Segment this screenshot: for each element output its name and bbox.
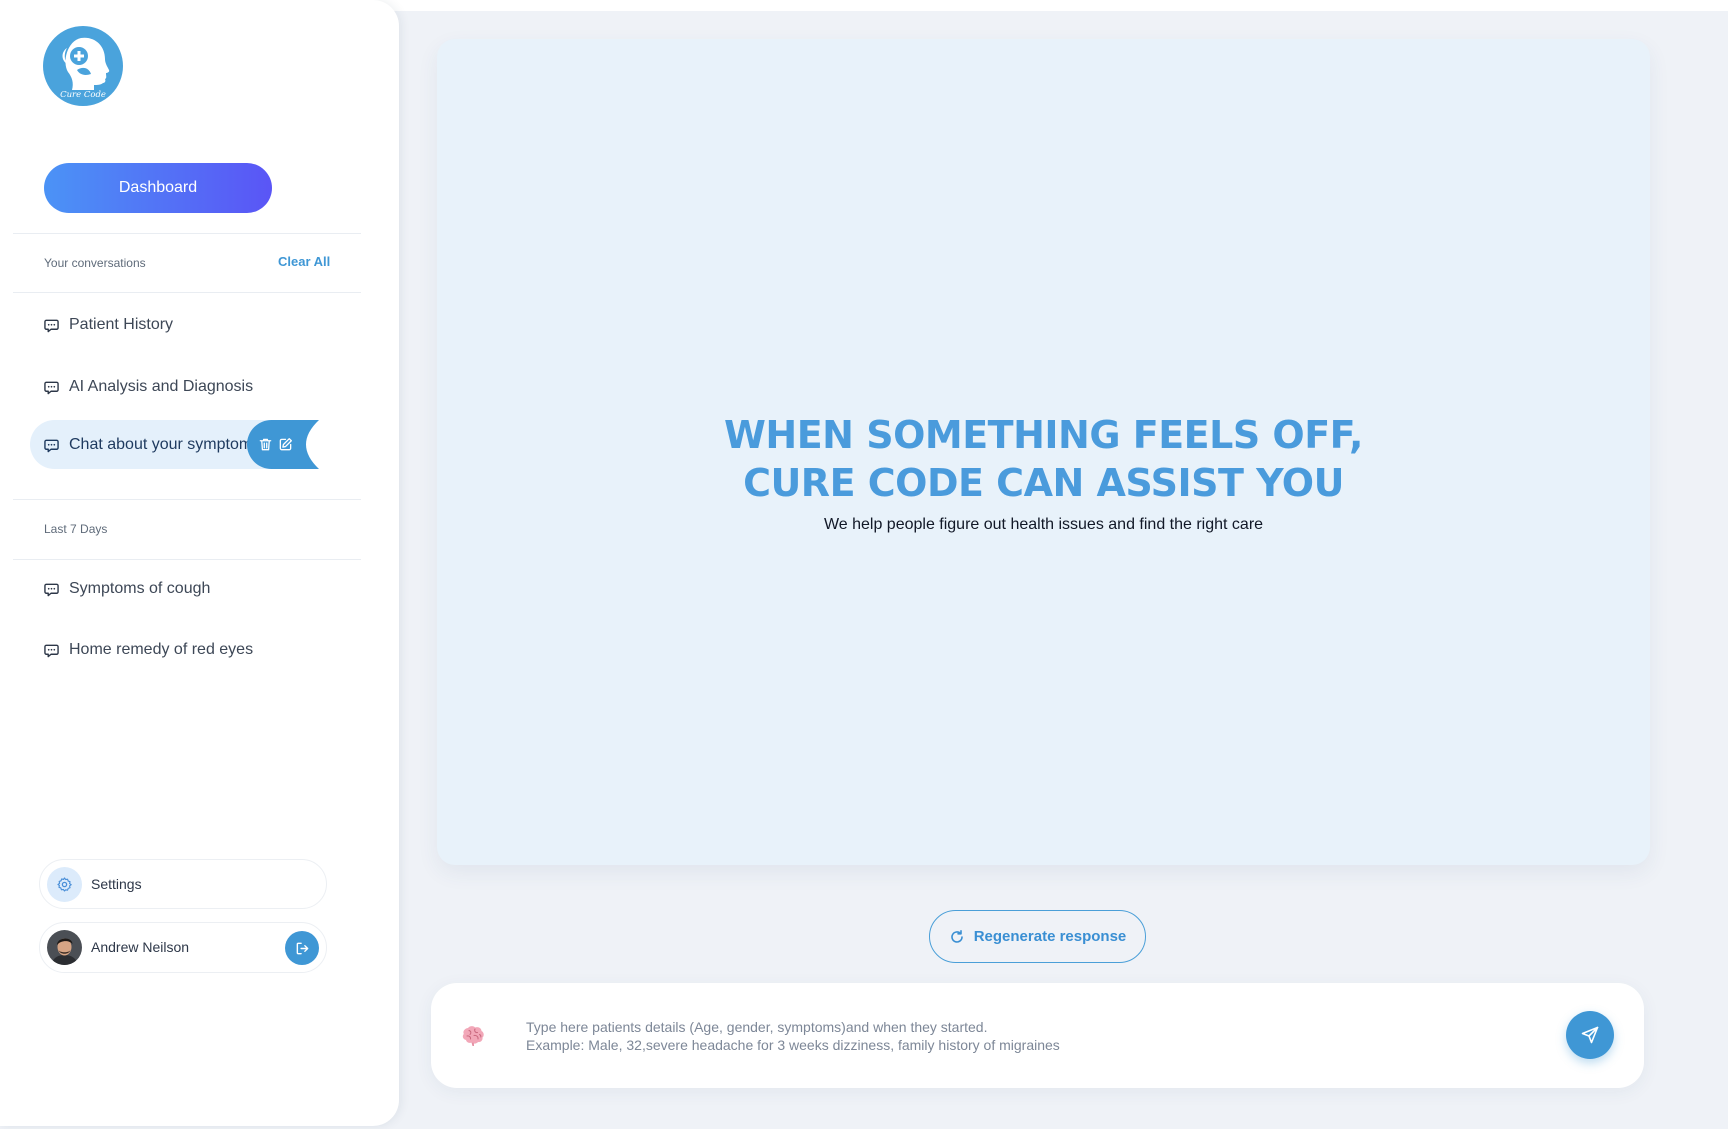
edit-icon[interactable] (278, 437, 293, 452)
regenerate-response-button[interactable]: Regenerate response (929, 910, 1146, 963)
logout-icon (296, 942, 308, 954)
hero-card: When something feels off, Cure Code can … (437, 39, 1650, 865)
hero-title: When something feels off, Cure Code can … (437, 411, 1650, 507)
cure-code-logo[interactable]: Cure Code (43, 26, 123, 106)
hero-subtitle: We help people figure out health issues … (823, 516, 1264, 533)
send-button[interactable] (1566, 1011, 1614, 1059)
hero-title-line: When something feels off, (724, 413, 1363, 457)
brain-icon (462, 1026, 484, 1046)
chat-input-bar (431, 983, 1644, 1088)
chat-bubble-icon (44, 381, 59, 394)
chat-bubble-icon (44, 439, 59, 452)
avatar[interactable] (47, 930, 82, 965)
gear-icon (47, 867, 82, 902)
logout-button[interactable] (285, 931, 319, 965)
divider (13, 233, 361, 234)
chat-bubble-icon (44, 583, 59, 596)
conversation-actions (247, 420, 319, 469)
recent-heading: Last 7 Days (44, 522, 108, 536)
conversation-label: Chat about your symptoms (69, 436, 261, 453)
clear-all-button[interactable]: Clear All (278, 254, 330, 270)
settings-button[interactable]: Settings (39, 859, 327, 909)
dashboard-button[interactable]: Dashboard (44, 163, 272, 213)
conversation-label: AI Analysis and Diagnosis (69, 378, 254, 395)
chat-bubble-icon (44, 644, 59, 657)
sidebar: Cure Code Dashboard Your conversations C… (0, 0, 399, 1126)
logo-text: Cure Code (60, 90, 106, 100)
conversations-heading: Your conversations (44, 256, 146, 270)
regenerate-label: Regenerate response (973, 928, 1127, 945)
conversation-item[interactable]: Symptoms of cough (44, 577, 210, 601)
conversation-label: Home remedy of red eyes (69, 641, 254, 658)
send-icon (1581, 1026, 1599, 1044)
conversation-label: Patient History (69, 316, 174, 333)
divider (13, 499, 361, 500)
patient-details-input[interactable] (526, 1018, 1536, 1058)
user-profile: Andrew Neilson (39, 922, 327, 973)
trash-icon[interactable] (258, 437, 273, 452)
conversation-item[interactable]: AI Analysis and Diagnosis (44, 375, 253, 399)
chat-bubble-icon (44, 319, 59, 332)
divider (13, 559, 361, 560)
hero-title-line: Cure Code can assist you (743, 461, 1344, 505)
conversation-label: Symptoms of cough (69, 580, 211, 597)
conversation-item[interactable]: Chat about your symptoms (44, 433, 260, 457)
conversation-item[interactable]: Patient History (44, 313, 173, 337)
user-name: Andrew Neilson (91, 939, 190, 955)
divider (13, 292, 361, 293)
conversation-item[interactable]: Home remedy of red eyes (44, 638, 253, 662)
settings-label: Settings (91, 876, 142, 892)
refresh-icon (950, 929, 963, 943)
